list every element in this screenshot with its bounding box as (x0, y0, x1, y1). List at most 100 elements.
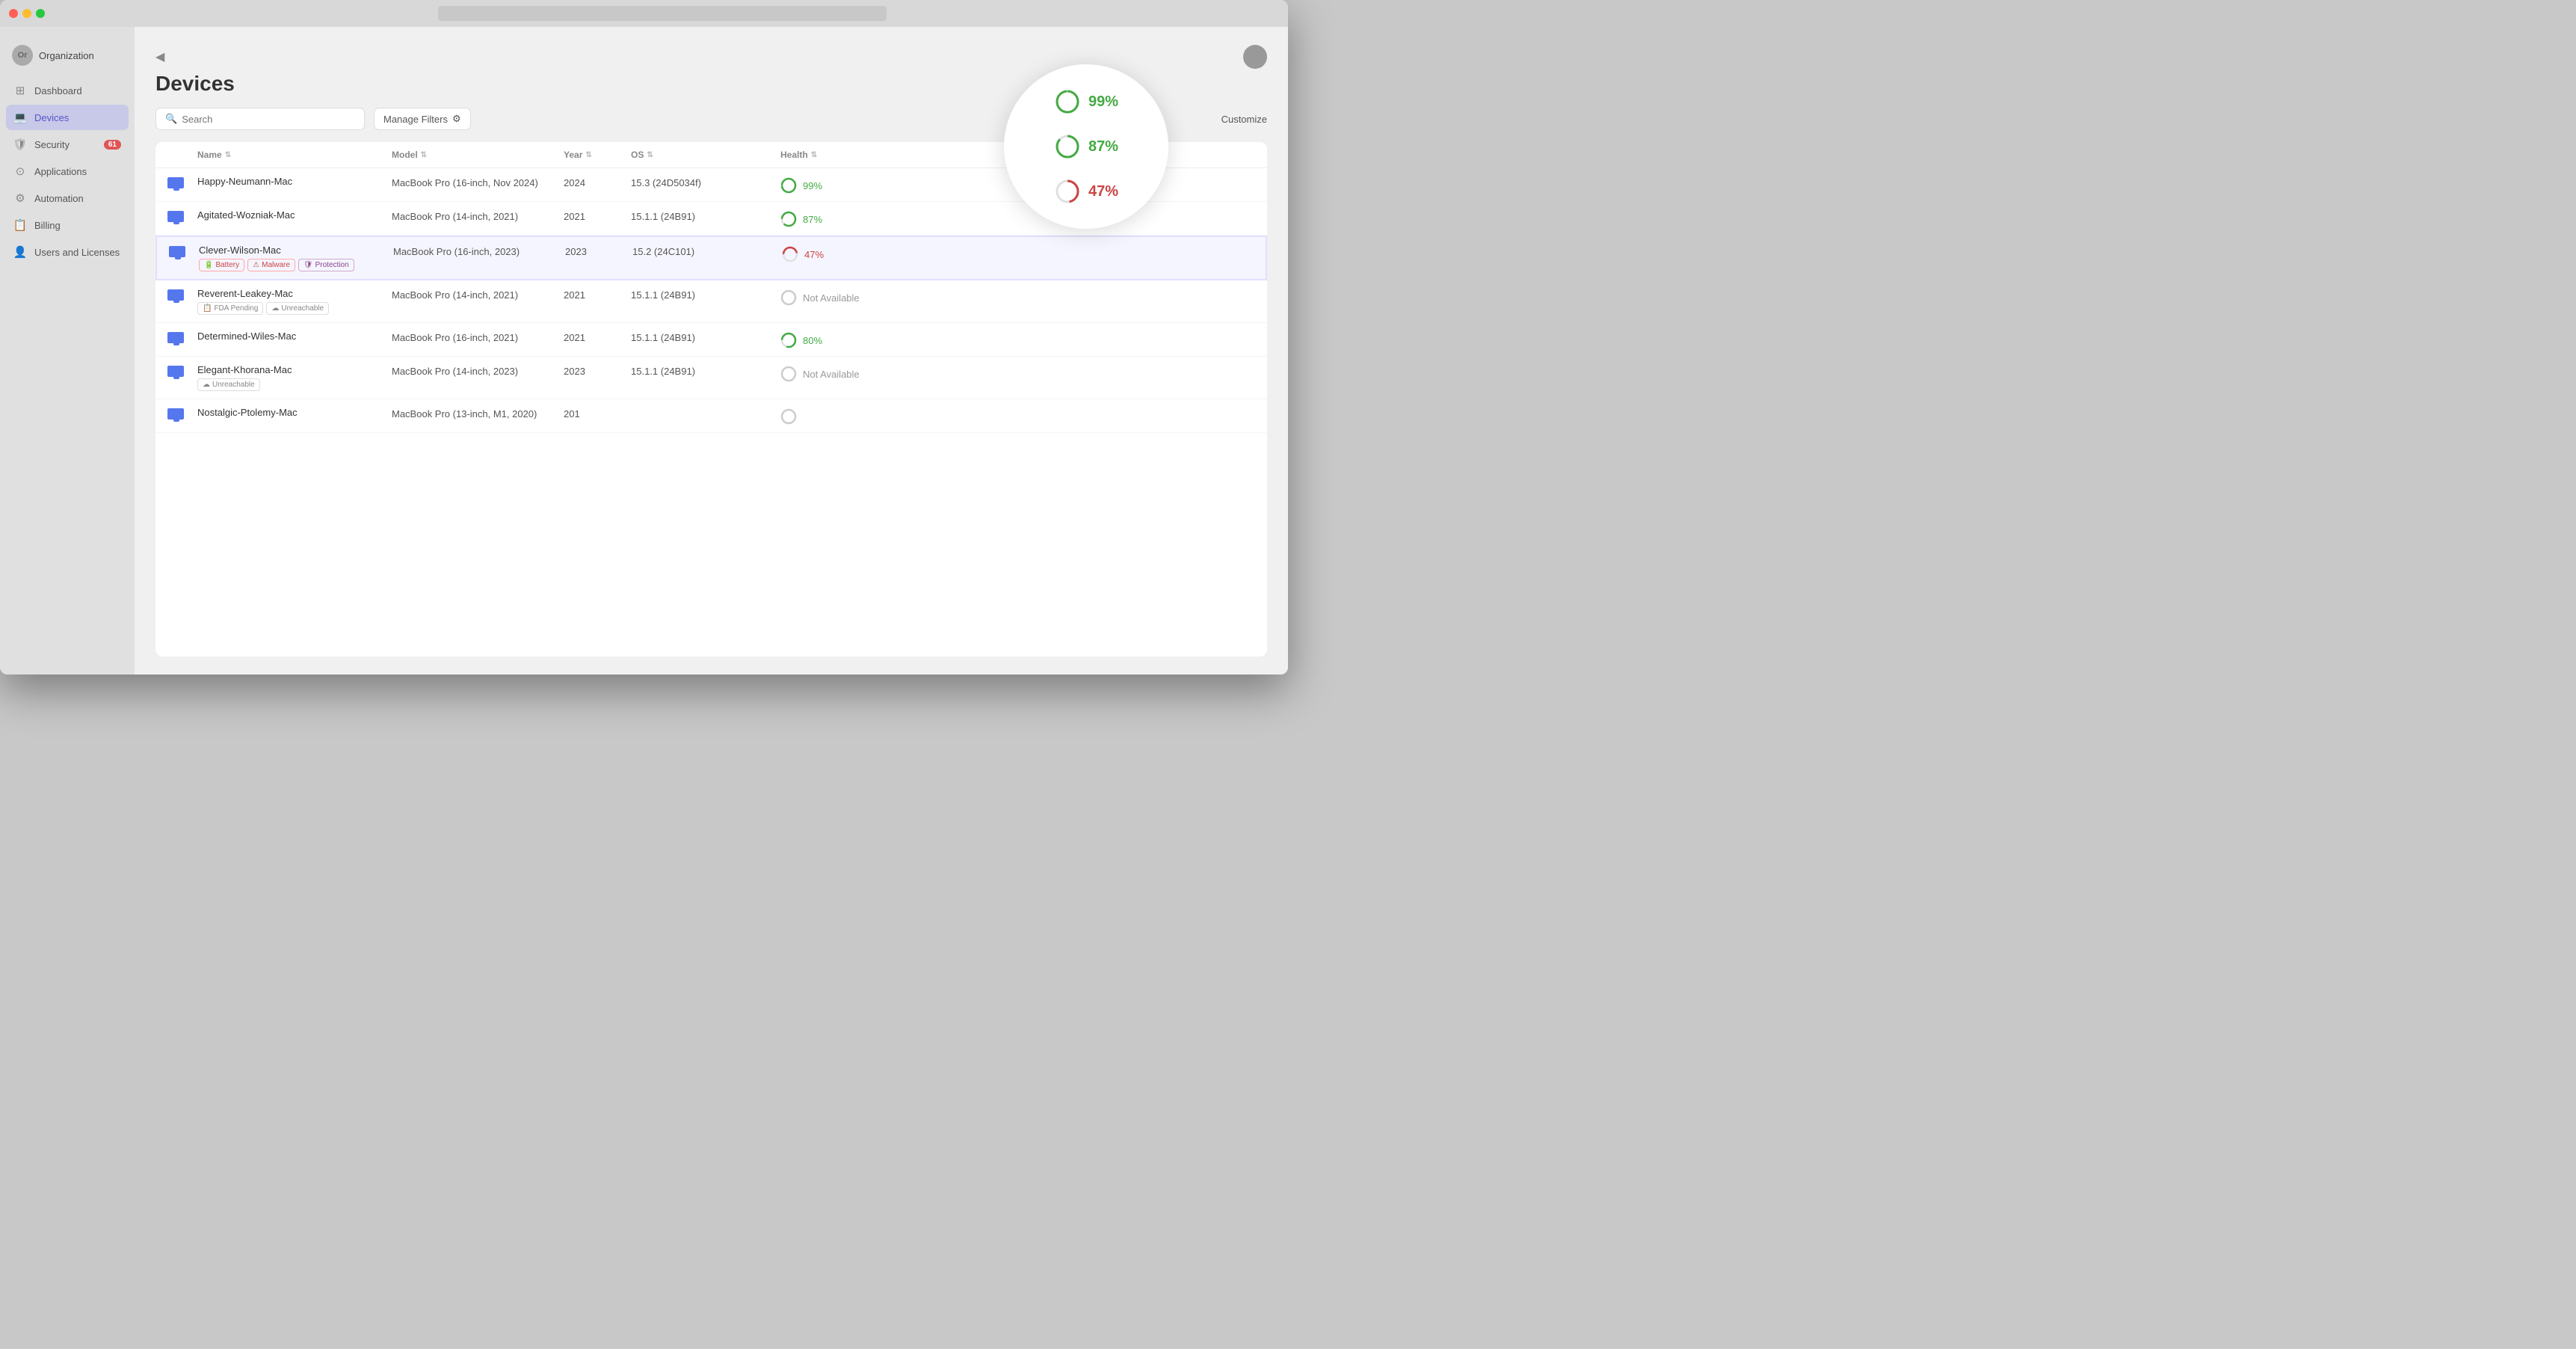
device-name: Happy-Neumann-Mac (197, 176, 392, 187)
sidebar-item-security[interactable]: 🛡 Security 61 (6, 132, 129, 157)
device-name-cell: Elegant-Khorana-Mac ☁ Unreachable (197, 364, 392, 391)
tag-unreachable: ☁ Unreachable (197, 378, 260, 391)
tag-battery: 🔋 Battery (199, 259, 244, 271)
device-icon-cell (167, 176, 197, 191)
table-row[interactable]: Agitated-Wozniak-Mac MacBook Pro (14-inc… (155, 202, 1267, 236)
laptop-icon (167, 332, 185, 345)
security-label: Security (34, 139, 70, 150)
sidebar-navigation: ⊞ Dashboard 💻 Devices 🛡 Security 61 ⊙ Ap… (0, 78, 135, 265)
model-cell: MacBook Pro (14-inch, 2021) (392, 288, 564, 301)
security-badge: 61 (104, 140, 121, 150)
sort-name-icon: ⇅ (225, 151, 231, 159)
th-health[interactable]: Health ⇅ (780, 150, 915, 160)
sidebar-item-automation[interactable]: ⚙ Automation (6, 185, 129, 211)
health-cell: 47% (782, 245, 916, 262)
os-cell (631, 407, 780, 408)
table-body: Happy-Neumann-Mac MacBook Pro (16-inch, … (155, 168, 1267, 433)
laptop-icon (169, 246, 187, 259)
health-ring-icon (780, 408, 797, 425)
protection-tag-icon: 🛡 (303, 261, 313, 269)
sidebar-item-dashboard[interactable]: ⊞ Dashboard (6, 78, 129, 103)
app-window: Or Organization ⊞ Dashboard 💻 Devices 🛡 … (0, 0, 1288, 674)
app-body: Or Organization ⊞ Dashboard 💻 Devices 🛡 … (0, 27, 1288, 674)
customize-button[interactable]: Customize (1221, 114, 1267, 125)
unreachable-tag-icon: ☁ (203, 381, 210, 389)
main-content: ◀ Devices 🔍 Manage Filters ⚙ Customize (135, 27, 1288, 674)
org-avatar: Or (12, 45, 33, 66)
automation-icon: ⚙ (13, 191, 27, 205)
health-ring-icon (782, 246, 798, 262)
search-icon: 🔍 (165, 113, 177, 125)
model-cell: MacBook Pro (14-inch, 2023) (392, 364, 564, 377)
health-ring-icon (780, 177, 797, 194)
protection-tag-label: Protection (315, 261, 349, 269)
device-icon-cell (167, 331, 197, 345)
device-name-cell: Agitated-Wozniak-Mac (197, 209, 392, 221)
laptop-icon (167, 408, 185, 422)
year-cell: 2023 (564, 364, 631, 377)
maximize-button[interactable] (36, 9, 45, 18)
os-cell: 15.2 (24C101) (632, 245, 782, 257)
minimize-button[interactable] (22, 9, 31, 18)
close-button[interactable] (9, 9, 18, 18)
th-os[interactable]: OS ⇅ (631, 150, 780, 160)
sidebar-item-devices[interactable]: 💻 Devices (6, 105, 129, 130)
th-year[interactable]: Year ⇅ (564, 150, 631, 160)
health-cell (780, 407, 915, 425)
year-cell: 2023 (565, 245, 632, 257)
device-icon-cell (167, 209, 197, 224)
unreachable-tag-icon: ☁ (271, 304, 279, 313)
device-icon-cell (167, 364, 197, 379)
device-name: Elegant-Khorana-Mac (197, 364, 392, 375)
malware-tag-icon: ⚠ (253, 261, 259, 269)
os-cell: 15.1.1 (24B91) (631, 364, 780, 377)
os-cell: 15.1.1 (24B91) (631, 209, 780, 222)
table-row[interactable]: Happy-Neumann-Mac MacBook Pro (16-inch, … (155, 168, 1267, 202)
device-icon-cell (167, 407, 197, 422)
sort-health-icon: ⇅ (811, 151, 817, 159)
collapse-sidebar-button[interactable]: ◀ (155, 49, 164, 64)
manage-filters-button[interactable]: Manage Filters ⚙ (374, 108, 471, 130)
os-cell: 15.1.1 (24B91) (631, 331, 780, 343)
sidebar-item-applications[interactable]: ⊙ Applications (6, 159, 129, 184)
dashboard-label: Dashboard (34, 85, 82, 96)
model-cell: MacBook Pro (16-inch, Nov 2024) (392, 176, 564, 188)
user-avatar[interactable] (1243, 45, 1267, 69)
sidebar-item-billing[interactable]: 📋 Billing (6, 212, 129, 238)
device-name: Reverent-Leakey-Mac (197, 288, 392, 299)
health-value: 87% (803, 214, 822, 225)
page-title: Devices (155, 72, 1267, 96)
table-row[interactable]: Elegant-Khorana-Mac ☁ Unreachable MacBoo… (155, 357, 1267, 399)
health-ring-icon (780, 332, 797, 348)
search-input[interactable] (182, 114, 355, 125)
billing-icon: 📋 (13, 218, 27, 232)
table-row[interactable]: Nostalgic-Ptolemy-Mac MacBook Pro (13-in… (155, 399, 1267, 433)
org-header: Or Organization (0, 39, 135, 78)
sidebar-item-users-and-licenses[interactable]: 👤 Users and Licenses (6, 239, 129, 265)
dashboard-icon: ⊞ (13, 84, 27, 97)
table-row[interactable]: Determined-Wiles-Mac MacBook Pro (16-inc… (155, 323, 1267, 357)
health-value: 99% (803, 180, 822, 191)
laptop-icon (167, 289, 185, 303)
device-name: Clever-Wilson-Mac (199, 245, 393, 256)
search-box[interactable]: 🔍 (155, 108, 365, 130)
th-model[interactable]: Model ⇅ (392, 150, 564, 160)
table-row[interactable]: Reverent-Leakey-Mac 📋 FDA Pending ☁ Unre… (155, 280, 1267, 323)
laptop-icon (167, 211, 185, 224)
health-cell: 80% (780, 331, 915, 348)
table-row[interactable]: Clever-Wilson-Mac 🔋 Battery ⚠ Malware 🛡 … (155, 236, 1267, 280)
traffic-lights (9, 9, 45, 18)
battery-tag-label: Battery (215, 261, 239, 269)
device-icon-cell (167, 288, 197, 303)
applications-label: Applications (34, 166, 87, 177)
device-tags: 📋 FDA Pending ☁ Unreachable (197, 302, 392, 315)
device-icon-cell (169, 245, 199, 259)
sidebar: Or Organization ⊞ Dashboard 💻 Devices 🛡 … (0, 27, 135, 674)
manage-filters-label: Manage Filters (383, 114, 448, 125)
th-name[interactable]: Name ⇅ (197, 150, 392, 160)
url-bar (438, 6, 887, 21)
device-name: Agitated-Wozniak-Mac (197, 209, 392, 221)
device-name-cell: Determined-Wiles-Mac (197, 331, 392, 342)
battery-tag-icon: 🔋 (204, 261, 213, 269)
device-name-cell: Clever-Wilson-Mac 🔋 Battery ⚠ Malware 🛡 … (199, 245, 393, 271)
